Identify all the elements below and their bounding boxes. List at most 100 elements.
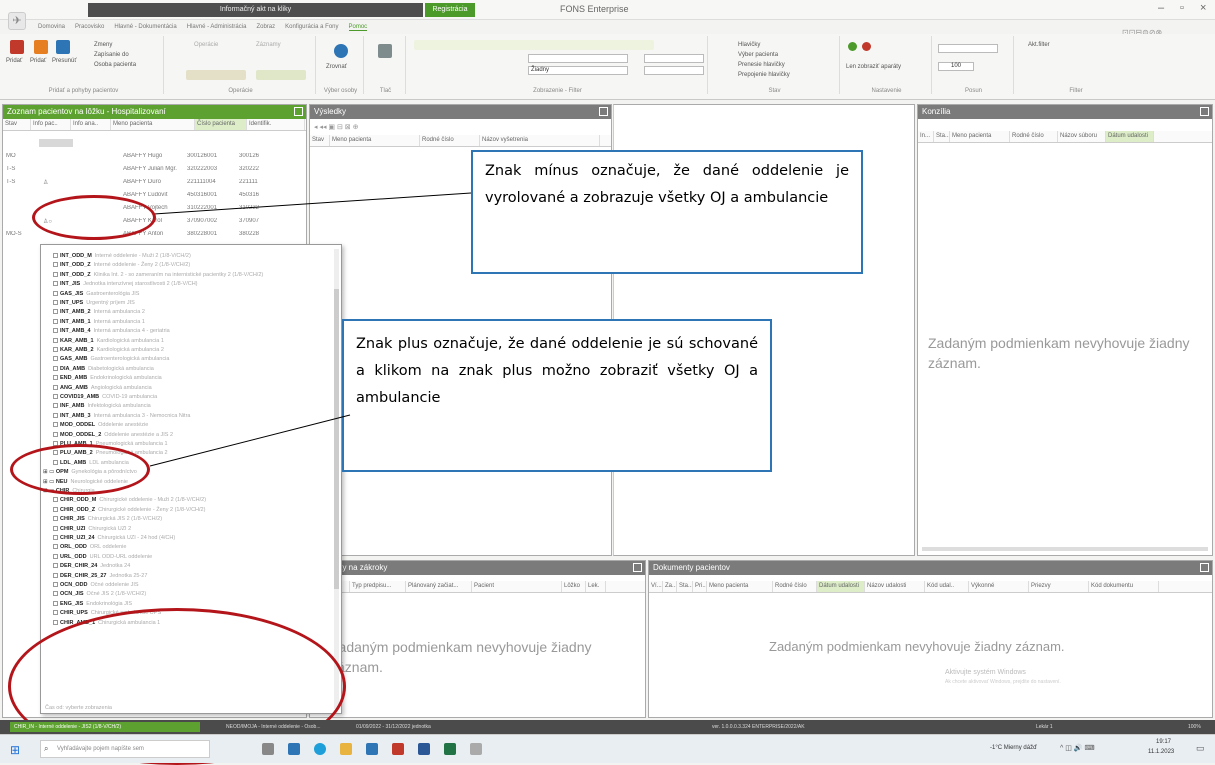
table-row[interactable]: MO ABAFFY Hugo 300126001 300126 xyxy=(3,153,279,164)
tree-item[interactable]: INT_AMB_4 Interná ambulancia 4 - geriatri… xyxy=(53,328,170,337)
align-button[interactable]: Zrovnať xyxy=(326,64,347,70)
column-header[interactable]: Meno pacienta xyxy=(950,131,1010,142)
app-icon-gray[interactable] xyxy=(470,743,482,755)
column-header[interactable]: Typ predpisu... xyxy=(350,581,406,592)
column-header[interactable]: Meno pacienta xyxy=(330,135,420,146)
column-header[interactable]: Za... xyxy=(663,581,677,592)
checkbox[interactable] xyxy=(53,281,58,287)
tree-item[interactable]: INF_AMB Infektologická ambulancia xyxy=(53,403,151,412)
status-zoom[interactable]: 100% xyxy=(1188,722,1201,732)
maximize-panel-icon[interactable] xyxy=(633,563,642,572)
taskbar-time[interactable]: 19:17 xyxy=(1156,739,1171,745)
tree-item[interactable]: GAS_AMB Gastroenterologická ambulancia xyxy=(53,356,169,365)
tab-konfiguracia[interactable]: Konfigurácia a Fony xyxy=(285,24,338,30)
ward-select-value[interactable]: Žiadny xyxy=(528,66,628,75)
check-icons[interactable] xyxy=(256,70,306,80)
word-icon[interactable] xyxy=(418,743,430,755)
store-icon[interactable] xyxy=(366,743,378,755)
column-header[interactable]: Rodné číslo xyxy=(420,135,480,146)
table-row[interactable]: MO-S ABAFFY Anton 380228001 380228 xyxy=(3,231,279,242)
position-field[interactable] xyxy=(938,44,998,53)
app-logo-icon[interactable]: ✈ xyxy=(8,12,26,30)
changes-button[interactable]: Zmeny xyxy=(94,42,112,48)
view-toolbar-icons[interactable] xyxy=(414,40,654,50)
column-header[interactable]: Kód dokumentu xyxy=(1089,581,1159,592)
transfer-button[interactable]: Presunúť xyxy=(52,58,77,64)
checkbox[interactable] xyxy=(53,384,58,390)
checkbox[interactable] xyxy=(53,300,58,306)
checkbox[interactable] xyxy=(53,506,58,512)
checkbox[interactable] xyxy=(53,516,58,522)
checkbox[interactable] xyxy=(53,525,58,531)
explorer-icon[interactable] xyxy=(340,743,352,755)
checkbox[interactable] xyxy=(53,356,58,362)
maximize-panel-icon[interactable] xyxy=(599,107,608,116)
add-patient-icon[interactable] xyxy=(10,40,24,54)
checkbox[interactable] xyxy=(53,610,58,616)
tree-item[interactable]: COVID19_AMB COVID-19 ambulancia xyxy=(53,394,157,403)
context-tab-active[interactable]: Registrácia xyxy=(425,3,475,17)
column-header[interactable]: Lôžko xyxy=(562,581,586,592)
checkbox[interactable] xyxy=(53,422,58,428)
column-header[interactable]: Ví... xyxy=(649,581,663,592)
column-header[interactable]: Pri... xyxy=(693,581,707,592)
checkbox[interactable] xyxy=(53,394,58,400)
column-header[interactable]: Rodné číslo xyxy=(1010,131,1058,142)
column-header[interactable]: Meno pacienta xyxy=(111,119,195,130)
checkbox[interactable] xyxy=(53,290,58,296)
taskbar-search-input[interactable]: Vyhľadávajte pojem napíšte sem xyxy=(40,740,210,758)
table-row[interactable]: ABAFFY Ľudovít 450316001 450316 xyxy=(3,192,279,203)
tree-item[interactable]: INT_UPS Urgentný príjem JIS xyxy=(53,300,135,309)
tree-item[interactable]: INT_AMB_2 Interná ambulancia 2 xyxy=(53,309,145,318)
page-size-field[interactable]: 100 xyxy=(938,62,974,71)
weather-status[interactable]: -1°C Mierny dážď xyxy=(990,745,1037,751)
filter-row-cell[interactable] xyxy=(39,139,73,147)
transfer-headers-button[interactable]: Prenesie hlavičky xyxy=(738,62,785,68)
column-header[interactable]: Dátum udalosti xyxy=(817,581,865,592)
tab-pomoc[interactable]: Pomoc xyxy=(348,24,368,31)
taskbar-date[interactable]: 11.1.2023 xyxy=(1148,749,1174,755)
task-view-icon[interactable] xyxy=(262,743,274,755)
tree-item[interactable]: CHIR_ODD_M Chirurgické oddelenie - Muži 2… xyxy=(53,497,206,506)
tree-scrollbar[interactable] xyxy=(334,249,339,709)
checkbox[interactable] xyxy=(53,563,58,569)
green-status-icon[interactable] xyxy=(848,42,857,51)
show-devices-button[interactable]: Len zobraziť aparáty xyxy=(846,64,901,70)
move-patient-icon[interactable] xyxy=(34,40,48,54)
add-button-2[interactable]: Pridať xyxy=(30,58,46,64)
checkbox[interactable] xyxy=(53,403,58,409)
operations-button[interactable]: Operácie xyxy=(194,42,218,48)
checkbox[interactable] xyxy=(53,337,58,343)
tree-item[interactable]: DER_CHIR_25_27 Jednotka 25-27 xyxy=(53,573,147,582)
tree-item[interactable]: KAR_AMB_2 Kardiologická ambulancia 2 xyxy=(53,347,164,356)
results-toolbar[interactable]: ◂ ◂◂ ▣ ⊟ ⊠ ⊕ xyxy=(314,123,358,131)
tree-item[interactable]: INT_ODD_Z Interné oddelenie - Ženy 2 (1/8… xyxy=(53,262,190,271)
tree-item[interactable]: MOD_ODDEL Oddelenie anestézie xyxy=(53,422,148,431)
column-header[interactable]: Lek. xyxy=(586,581,606,592)
select-patient-button[interactable]: Výber pacienta xyxy=(738,52,778,58)
records-button[interactable]: Záznamy xyxy=(256,42,281,48)
tree-item[interactable]: DER_CHIR_24 Jednotka 24 xyxy=(53,563,130,572)
tree-item[interactable]: INT_AMB_3 Interná ambulancia 3 - Nemocnic… xyxy=(53,413,190,422)
tree-item[interactable]: MOD_ODDEL_2 Oddelenie anestézie a JIS 2 xyxy=(53,432,173,441)
column-header[interactable]: Stav xyxy=(3,119,31,130)
headers-button[interactable]: Hlavičky xyxy=(738,42,760,48)
tree-item[interactable]: INT_AMB_1 Interná ambulancia 1 xyxy=(53,319,145,328)
tree-item[interactable]: OCN_ODD Očné oddelenie JIS xyxy=(53,582,139,591)
windows-start-icon[interactable]: ⊞ xyxy=(10,743,20,757)
person-icon[interactable] xyxy=(334,44,348,58)
notification-icon[interactable]: ▭ xyxy=(1196,743,1205,754)
date-from-field[interactable] xyxy=(644,54,704,63)
tab-administracia[interactable]: Hlavné - Administrácia xyxy=(187,24,247,30)
tray-icons[interactable]: ^ ◫ 🔊 ⌨ xyxy=(1060,744,1095,752)
column-header[interactable]: Info ana.. xyxy=(71,119,111,130)
red-status-icon[interactable] xyxy=(862,42,871,51)
add-button[interactable]: Pridať xyxy=(6,58,22,64)
table-row[interactable]: T-S ABAFFY Julián Mgr. 320222003 320222 xyxy=(3,166,279,177)
checkbox[interactable] xyxy=(53,544,58,550)
checkbox[interactable] xyxy=(53,412,58,418)
tree-item[interactable]: INT_JIS Jednotka intenzívnej starostlivos… xyxy=(53,281,198,290)
patient-person-button[interactable]: Osoba pacienta xyxy=(94,62,136,68)
checkbox[interactable] xyxy=(53,365,58,371)
column-header[interactable]: In... xyxy=(918,131,934,142)
